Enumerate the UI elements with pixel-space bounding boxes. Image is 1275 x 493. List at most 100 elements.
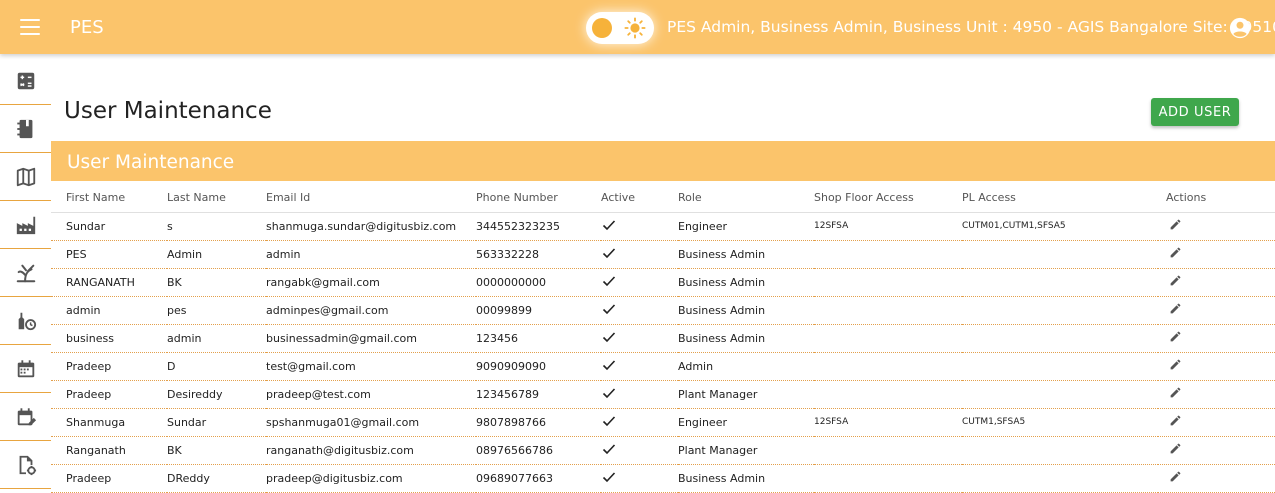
- calendar-icon: [17, 359, 34, 377]
- sidebar-item-maintenance-schedule[interactable]: [0, 297, 51, 345]
- cell-actions[interactable]: [1158, 380, 1275, 409]
- table-row[interactable]: Pradeep DReddy pradeep@digitusbiz.com 09689…: [51, 464, 1275, 493]
- cell-role: Plant Manager: [678, 380, 814, 409]
- table-row[interactable]: admin pes adminpes@gmail.com 00099899 Busine…: [51, 296, 1275, 325]
- cell-active: [601, 240, 678, 269]
- sidebar-item-file-settings[interactable]: [0, 441, 51, 489]
- cell-shop-floor-access: [814, 436, 962, 465]
- calculator-icon: [17, 72, 34, 89]
- cell-actions[interactable]: [1158, 352, 1275, 381]
- cell-actions[interactable]: [1158, 212, 1275, 241]
- cell-role: Business Admin: [678, 240, 814, 269]
- tools-clock-icon: [18, 312, 36, 330]
- edit-icon[interactable]: [1169, 246, 1182, 259]
- cell-last-name: Sundar: [167, 408, 266, 437]
- cell-active: [601, 296, 678, 325]
- column-header-shop-floor-access[interactable]: Shop Floor Access: [814, 183, 962, 213]
- cell-email: pradeep@test.com: [266, 380, 476, 409]
- edit-icon[interactable]: [1169, 470, 1182, 483]
- table-row[interactable]: Shanmuga Sundar spshanmuga01@gmail.com 9807…: [51, 408, 1275, 437]
- check-icon: [602, 387, 616, 398]
- cell-active: [601, 324, 678, 353]
- cell-last-name: Desireddy: [167, 380, 266, 409]
- sidebar-item-calculator[interactable]: [0, 57, 51, 105]
- sidebar-item-map[interactable]: [0, 153, 51, 201]
- cell-shop-floor-access: [814, 240, 962, 269]
- table-row[interactable]: PES Admin admin 563332228 Business Admin: [51, 240, 1275, 269]
- column-header-role[interactable]: Role: [678, 183, 814, 213]
- column-header-active[interactable]: Active: [601, 183, 678, 213]
- edit-icon[interactable]: [1169, 218, 1182, 231]
- cell-active: [601, 268, 678, 297]
- table-row[interactable]: Ranganath BK ranganath@digitusbiz.com 08976…: [51, 436, 1275, 465]
- cell-first-name: Pradeep: [51, 464, 167, 493]
- sidebar-item-plant[interactable]: [0, 249, 51, 297]
- cell-role: Business Admin: [678, 268, 814, 297]
- cell-phone: 123456789: [476, 380, 601, 409]
- cell-actions[interactable]: [1158, 296, 1275, 325]
- cell-actions[interactable]: [1158, 268, 1275, 297]
- cell-first-name: Sundar: [51, 212, 167, 241]
- column-header-pl-access[interactable]: PL Access: [962, 183, 1158, 213]
- check-icon: [602, 471, 616, 482]
- panel-header: User Maintenance: [51, 141, 1275, 181]
- cell-last-name: Admin: [167, 240, 266, 269]
- cell-active: [601, 380, 678, 409]
- cell-shop-floor-access: [814, 352, 962, 381]
- cell-phone: 08976566786: [476, 436, 601, 465]
- cell-active: [601, 352, 678, 381]
- check-icon: [602, 303, 616, 314]
- edit-icon[interactable]: [1169, 386, 1182, 399]
- cell-email: businessadmin@gmail.com: [266, 324, 476, 353]
- table-row[interactable]: Pradeep Desireddy pradeep@test.com 12345678…: [51, 380, 1275, 409]
- table-row[interactable]: RANGANATH BK rangabk@gmail.com 0000000000 Bu…: [51, 268, 1275, 297]
- cell-actions[interactable]: [1158, 324, 1275, 353]
- cell-pl-access: [962, 436, 1158, 465]
- sidebar-item-notebook[interactable]: [0, 105, 51, 153]
- column-header-email[interactable]: Email Id: [266, 183, 476, 213]
- cell-pl-access: CUTM1,SFSA5: [962, 408, 1158, 437]
- table-row[interactable]: business admin businessadmin@gmail.com 1234…: [51, 324, 1275, 353]
- column-header-phone[interactable]: Phone Number: [476, 183, 601, 213]
- user-info: PES Admin, Business Admin, Business Unit…: [667, 18, 1275, 36]
- table-row[interactable]: Sundar s shanmuga.sundar@digitusbiz.com 344…: [51, 212, 1275, 241]
- sidebar: [0, 54, 51, 491]
- account-icon[interactable]: [1229, 17, 1251, 39]
- cell-actions[interactable]: [1158, 408, 1275, 437]
- column-header-first-name[interactable]: First Name: [51, 183, 167, 213]
- sidebar-item-calendar-edit[interactable]: [0, 393, 51, 441]
- table-row[interactable]: Pradeep Dtest@gmail.com 9090909090 Admin: [51, 352, 1275, 381]
- add-user-button[interactable]: ADD USER: [1151, 98, 1239, 126]
- cell-pl-access: [962, 380, 1158, 409]
- sidebar-item-factory[interactable]: [0, 201, 51, 249]
- edit-icon[interactable]: [1169, 302, 1182, 315]
- edit-icon[interactable]: [1169, 442, 1182, 455]
- cell-first-name: RANGANATH: [51, 268, 167, 297]
- cell-last-name: admin: [167, 324, 266, 353]
- cell-first-name: Shanmuga: [51, 408, 167, 437]
- cell-email: adminpes@gmail.com: [266, 296, 476, 325]
- cell-phone: 09689077663: [476, 464, 601, 493]
- cell-pl-access: CUTM01,CUTM1,SFSA5: [962, 212, 1158, 241]
- sidebar-item-calendar[interactable]: [0, 345, 51, 393]
- edit-icon[interactable]: [1169, 414, 1182, 427]
- cell-actions[interactable]: [1158, 436, 1275, 465]
- menu-icon[interactable]: [20, 19, 40, 35]
- cell-actions[interactable]: [1158, 240, 1275, 269]
- edit-icon[interactable]: [1169, 358, 1182, 371]
- edit-icon[interactable]: [1169, 274, 1182, 287]
- cell-pl-access: [962, 464, 1158, 493]
- cell-phone: 344552323235: [476, 212, 601, 241]
- cell-actions[interactable]: [1158, 464, 1275, 493]
- cell-first-name: PES: [51, 240, 167, 269]
- cell-first-name: Pradeep: [51, 380, 167, 409]
- top-app-bar: PES PES Admin, Business Admin, Business …: [0, 0, 1275, 54]
- theme-toggle[interactable]: [586, 12, 654, 44]
- cell-email: test@gmail.com: [266, 352, 476, 381]
- cell-active: [601, 212, 678, 241]
- edit-icon[interactable]: [1169, 330, 1182, 343]
- column-header-last-name[interactable]: Last Name: [167, 183, 266, 213]
- cell-last-name: BK: [167, 268, 266, 297]
- cell-role: Plant Manager: [678, 436, 814, 465]
- cell-pl-access: [962, 352, 1158, 381]
